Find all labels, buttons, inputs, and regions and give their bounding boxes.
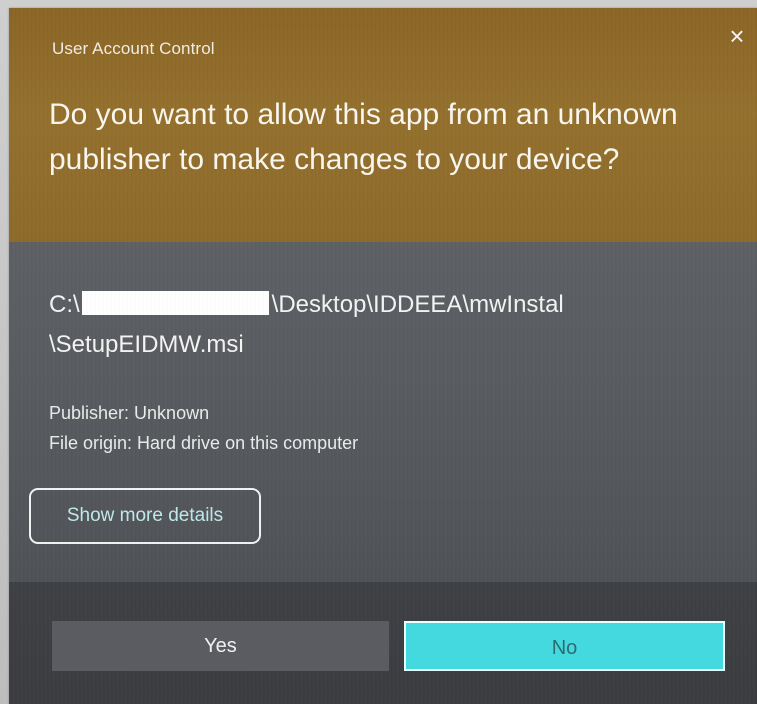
path-prefix: C:\: [49, 291, 80, 318]
permission-question: Do you want to allow this app from an un…: [49, 98, 678, 176]
publisher-info: Publisher: Unknown: [49, 403, 210, 423]
file-path-line-1: C:\ \Desktop\IDDEEA\mwInstal: [49, 290, 564, 320]
yes-button[interactable]: Yes: [52, 621, 389, 671]
show-more-details-button[interactable]: Show more details: [29, 488, 261, 544]
dialog-body: C:\ \Desktop\IDDEEA\mwInstal \SetupEIDMW.…: [9, 242, 757, 582]
redacted-username: [81, 291, 269, 315]
close-icon[interactable]: ×: [727, 23, 747, 49]
file-path-line-2: \SetupEIDMW.msi: [49, 331, 244, 358]
dialog-title: User Account Control: [52, 39, 215, 58]
file-origin-info: File origin: Hard drive on this computer: [49, 433, 359, 453]
dialog-footer: Yes No: [9, 582, 757, 704]
no-button[interactable]: No: [404, 621, 725, 671]
uac-dialog: User Account Control × Do you want to al…: [9, 8, 757, 704]
path-suffix: \Desktop\IDDEEA\mwInstal: [271, 291, 564, 318]
dialog-header: User Account Control × Do you want to al…: [9, 8, 757, 242]
